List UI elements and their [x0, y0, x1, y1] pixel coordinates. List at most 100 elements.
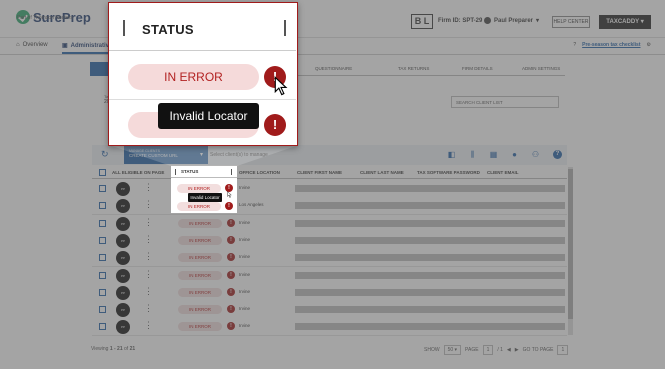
avatar: PP	[116, 199, 130, 214]
table-row[interactable]: PP⋮IN ERROR!Irvine	[92, 283, 567, 302]
status-badge: IN ERROR	[178, 305, 222, 315]
top-header: SurePrep Part of Thomson Reuters B L Fir…	[0, 0, 665, 38]
manage-clients-value: CREATE CUSTOM URL	[129, 153, 178, 158]
redacted-client-data	[295, 185, 565, 192]
user-menu[interactable]: Paul Preparer ▾	[484, 17, 539, 24]
select-all-checkbox[interactable]	[99, 169, 106, 176]
show-label: SHOW	[424, 347, 440, 353]
checklist-link[interactable]: Pre-season tax checklist	[582, 42, 640, 48]
row-checkbox[interactable]	[99, 323, 106, 331]
taxcaddy-button[interactable]: TAXCADDY ▾	[599, 15, 651, 29]
tab-tax-returns[interactable]: TAX RETURNS	[398, 66, 429, 71]
goto-page-input[interactable]: 1	[557, 345, 569, 355]
spot-status-pill-2: IN ERROR	[177, 202, 221, 211]
gear-icon[interactable]: ⚙	[647, 42, 651, 48]
header-office[interactable]: OFFICE LOCATION	[239, 170, 280, 175]
header-first-name[interactable]: CLIENT FIRST NAME	[297, 170, 342, 175]
admin-icon: ▣	[62, 43, 68, 49]
kebab-menu-icon[interactable]: ⋮	[144, 217, 153, 227]
firm-badge: B L	[411, 14, 433, 29]
table-row[interactable]: PP⋮IN ERROR!Irvine	[92, 301, 567, 320]
table-row[interactable]: PP⋮IN ERROR!Irvine	[92, 214, 567, 233]
table-scrollbar[interactable]	[568, 167, 573, 335]
scrollbar-thumb[interactable]	[568, 169, 573, 319]
row-checkbox[interactable]	[99, 254, 106, 262]
table-row[interactable]: PP⋮IN ERROR!Irvine	[92, 266, 567, 285]
columns-icon[interactable]: ⫼	[468, 150, 477, 159]
kebab-menu-icon[interactable]: ⋮	[144, 183, 153, 192]
office-location: Los Angeles	[239, 202, 264, 208]
users-icon[interactable]: ⚇	[531, 150, 540, 159]
row-checkbox[interactable]	[99, 271, 106, 279]
page-of: / 1	[497, 347, 503, 353]
avatar: PP	[116, 182, 130, 196]
prev-page-icon[interactable]: ◀	[507, 347, 511, 353]
header-tax-password[interactable]: TAX SOFTWARE PASSWORD	[417, 170, 480, 175]
nav-administrative-label: Administrative	[70, 42, 113, 49]
row-checkbox[interactable]	[99, 202, 106, 210]
manage-clients-dropdown[interactable]: MANAGE CLIENTS CREATE CUSTOM URL ▾	[124, 146, 208, 164]
search-client-input[interactable]: SEARCH CLIENT LIST	[451, 96, 559, 108]
page-size-value: 50	[447, 347, 454, 353]
tab-firm-details[interactable]: FIRM DETAILS	[462, 66, 493, 71]
kebab-menu-icon[interactable]: ⋮	[144, 286, 153, 296]
refresh-icon[interactable]: ↻	[101, 149, 109, 160]
error-icon[interactable]: !	[227, 270, 235, 279]
error-icon[interactable]: !	[264, 114, 286, 136]
select-clients-text: Select client(s) to manage	[210, 152, 268, 158]
table-row[interactable]: PP⋮IN ERROR!Irvine	[92, 180, 567, 198]
tab-selected[interactable]	[90, 62, 108, 76]
grid-icon[interactable]: ▦	[489, 150, 498, 159]
header-client-email[interactable]: CLIENT EMAIL	[487, 170, 519, 175]
nav-overview[interactable]: ⌂ Overview	[16, 42, 48, 48]
status-badge: IN ERROR	[178, 235, 222, 245]
kebab-menu-icon[interactable]: ⋮	[144, 252, 153, 261]
page-input[interactable]: 1	[482, 345, 494, 355]
error-icon[interactable]: !	[227, 235, 235, 244]
nav-administrative[interactable]: ▣ Administrative	[62, 42, 113, 54]
avatar: PP	[116, 320, 130, 335]
status-badge: IN ERROR	[178, 287, 222, 297]
tab-admin-settings[interactable]: ADMIN SETTINGS	[522, 66, 560, 71]
nav-right: ? Pre-season tax checklist ⚙	[573, 42, 651, 48]
table-row[interactable]: PP ⋮ IN ERROR! Los Angeles	[92, 197, 567, 216]
error-icon[interactable]: !	[227, 218, 235, 227]
next-page-icon[interactable]: ▶	[515, 347, 519, 353]
kebab-menu-icon[interactable]: ⋮	[144, 269, 153, 279]
help-center-button[interactable]: HELP CENTER	[552, 16, 590, 28]
header-last-name[interactable]: CLIENT LAST NAME	[360, 170, 404, 175]
user-alert-icon[interactable]: ●	[510, 150, 519, 159]
row-checkbox[interactable]	[99, 219, 106, 227]
kebab-menu-icon[interactable]: ⋮	[144, 304, 153, 313]
avatar: PP	[116, 233, 130, 248]
help-icon[interactable]: ?	[553, 150, 562, 159]
outlook-icon[interactable]: ◧	[447, 150, 456, 159]
row-checkbox[interactable]	[99, 185, 106, 192]
office-location: Irvine	[239, 288, 251, 294]
kebab-menu-icon[interactable]: ⋮	[144, 234, 153, 244]
kebab-menu-icon[interactable]: ⋮	[144, 321, 153, 330]
spot-tooltip: Invalid Locator	[188, 193, 222, 202]
row-checkbox[interactable]	[99, 236, 106, 244]
row-checkbox[interactable]	[99, 306, 106, 314]
status-badge: IN ERROR	[178, 218, 222, 228]
header-all-eligible[interactable]: ALL ELIGIBLE ON PAGE	[112, 170, 164, 175]
taxcaddy-label: TAXCADDY	[606, 19, 640, 25]
redacted-client-data	[295, 323, 565, 331]
row-checkbox[interactable]	[99, 288, 106, 296]
logo-subtitle: Part of Thomson Reuters	[17, 15, 73, 21]
error-icon[interactable]: !	[227, 253, 235, 262]
spot-error-icon-2[interactable]: !	[225, 202, 233, 210]
kebab-menu-icon[interactable]: ⋮	[144, 200, 153, 209]
error-icon[interactable]: !	[227, 287, 235, 296]
error-icon[interactable]: !	[227, 305, 235, 314]
table-row[interactable]: PP⋮IN ERROR!Irvine	[92, 249, 567, 268]
page-size-select[interactable]: 50 ▾	[443, 345, 462, 355]
nav-overview-label: Overview	[22, 42, 48, 48]
table-row[interactable]: PP⋮IN ERROR!Irvine	[92, 318, 567, 337]
tab-questionnaire[interactable]: QUESTIONNAIRE	[315, 66, 352, 71]
column-separator	[175, 169, 176, 175]
table-row[interactable]: PP⋮IN ERROR!Irvine	[92, 231, 567, 250]
error-icon[interactable]: !	[227, 322, 235, 331]
office-location: Irvine	[239, 254, 251, 260]
